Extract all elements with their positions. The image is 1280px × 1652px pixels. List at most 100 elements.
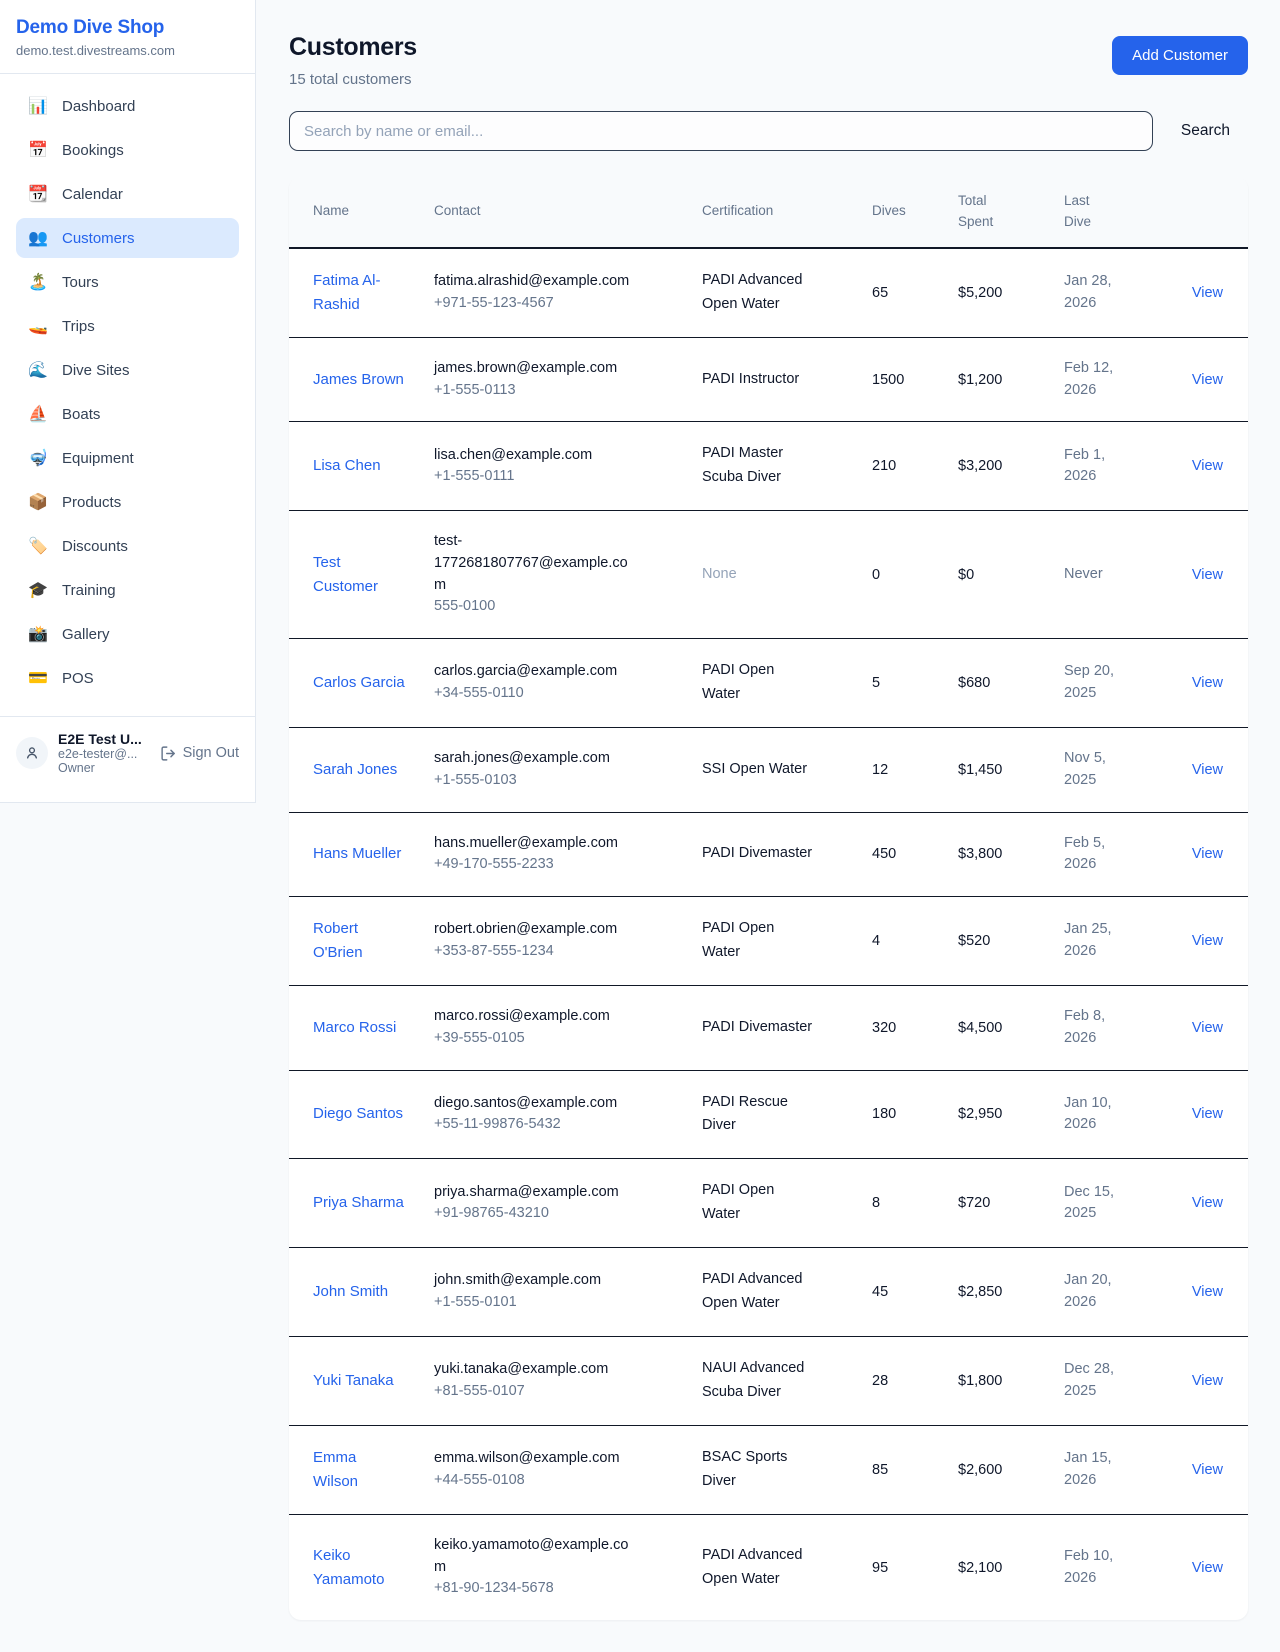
- customer-dives: 65: [872, 285, 888, 301]
- sidebar-item-dashboard[interactable]: 📊 Dashboard: [16, 86, 239, 126]
- customer-phone: +55-11-99876-5432: [434, 1114, 686, 1136]
- customer-certification: PADI Divemaster: [702, 842, 812, 866]
- sidebar-item-calendar[interactable]: 📆 Calendar: [16, 174, 239, 214]
- customer-certification: PADI Advanced Open Water: [702, 269, 816, 317]
- view-customer-link[interactable]: View: [1192, 1373, 1223, 1389]
- products-icon: 📦: [28, 492, 48, 512]
- sidebar-item-gallery[interactable]: 📸 Gallery: [16, 614, 239, 654]
- customer-certification: PADI Open Water: [702, 659, 816, 707]
- view-customer-link[interactable]: View: [1192, 1020, 1223, 1036]
- customer-name-link[interactable]: Carlos Garcia: [313, 671, 405, 695]
- customers-table: NameContactCertificationDivesTotal Spent…: [289, 177, 1248, 1620]
- table-row: Emma Wilson emma.wilson@example.com +44-…: [289, 1425, 1248, 1514]
- customer-last-dive: Feb 12, 2026: [1064, 358, 1128, 402]
- customer-name-link[interactable]: Marco Rossi: [313, 1016, 396, 1040]
- view-customer-link[interactable]: View: [1192, 458, 1223, 474]
- view-customer-link[interactable]: View: [1192, 846, 1223, 862]
- customer-name-link[interactable]: Test Customer: [313, 551, 405, 599]
- pos-icon: 💳: [28, 668, 48, 688]
- shop-title: Demo Dive Shop: [16, 17, 239, 39]
- customer-name-link[interactable]: Robert O'Brien: [313, 917, 405, 965]
- customer-phone: +49-170-555-2233: [434, 854, 686, 876]
- page-title: Customers: [289, 33, 417, 62]
- customer-phone: 555-0100: [434, 596, 686, 618]
- view-customer-link[interactable]: View: [1192, 372, 1223, 388]
- view-customer-link[interactable]: View: [1192, 762, 1223, 778]
- customer-phone: +81-555-0107: [434, 1381, 686, 1403]
- sidebar-item-boats[interactable]: ⛵ Boats: [16, 394, 239, 434]
- table-row: Hans Mueller hans.mueller@example.com +4…: [289, 812, 1248, 897]
- customer-name-link[interactable]: Hans Mueller: [313, 842, 401, 866]
- view-customer-link[interactable]: View: [1192, 675, 1223, 691]
- sidebar-item-trips[interactable]: 🚤 Trips: [16, 306, 239, 346]
- equipment-icon: 🤿: [28, 448, 48, 468]
- view-customer-link[interactable]: View: [1192, 567, 1223, 583]
- view-customer-link[interactable]: View: [1192, 1284, 1223, 1300]
- customer-email: yuki.tanaka@example.com: [434, 1359, 632, 1381]
- customer-email: james.brown@example.com: [434, 358, 632, 380]
- user-icon: [23, 744, 41, 762]
- table-row: John Smith john.smith@example.com +1-555…: [289, 1248, 1248, 1337]
- column-header-total-spent: Total Spent: [958, 177, 1064, 248]
- customer-dives: 45: [872, 1284, 888, 1300]
- customer-certification: PADI Divemaster: [702, 1016, 812, 1040]
- customer-total-spent: $2,950: [958, 1106, 1002, 1122]
- sign-out-button[interactable]: Sign Out: [160, 745, 239, 762]
- customer-name-link[interactable]: Yuki Tanaka: [313, 1369, 394, 1393]
- customer-email: emma.wilson@example.com: [434, 1448, 632, 1470]
- view-customer-link[interactable]: View: [1192, 1462, 1223, 1478]
- table-row: Test Customer test-1772681807767@example…: [289, 511, 1248, 639]
- sidebar-item-discounts[interactable]: 🏷️ Discounts: [16, 526, 239, 566]
- view-customer-link[interactable]: View: [1192, 1106, 1223, 1122]
- customer-last-dive: Jan 28, 2026: [1064, 271, 1128, 315]
- bookings-icon: 📅: [28, 140, 48, 160]
- user-meta: E2E Test U... e2e-tester@... Owner: [58, 731, 150, 775]
- customer-certification: PADI Open Water: [702, 917, 816, 965]
- sign-out-label: Sign Out: [183, 745, 239, 761]
- user-section: E2E Test U... e2e-tester@... Owner Sign …: [0, 716, 255, 789]
- customer-name-link[interactable]: Keiko Yamamoto: [313, 1544, 405, 1592]
- sidebar-item-label: Training: [62, 582, 116, 599]
- customer-name-link[interactable]: Emma Wilson: [313, 1446, 405, 1494]
- sidebar-item-label: POS: [62, 670, 94, 687]
- view-customer-link[interactable]: View: [1192, 285, 1223, 301]
- sidebar-item-pos[interactable]: 💳 POS: [16, 658, 239, 698]
- customer-dives: 450: [872, 846, 896, 862]
- sidebar-item-bookings[interactable]: 📅 Bookings: [16, 130, 239, 170]
- customer-last-dive: Never: [1064, 564, 1103, 586]
- search-button[interactable]: Search: [1153, 122, 1248, 140]
- customer-email: marco.rossi@example.com: [434, 1006, 632, 1028]
- view-customer-link[interactable]: View: [1192, 933, 1223, 949]
- view-customer-link[interactable]: View: [1192, 1195, 1223, 1211]
- customer-name-link[interactable]: Diego Santos: [313, 1102, 403, 1126]
- table-row: Keiko Yamamoto keiko.yamamoto@example.co…: [289, 1514, 1248, 1620]
- column-header-contact: Contact: [434, 177, 702, 248]
- sidebar-item-training[interactable]: 🎓 Training: [16, 570, 239, 610]
- customer-email: diego.santos@example.com: [434, 1093, 632, 1115]
- customer-name-link[interactable]: Sarah Jones: [313, 758, 397, 782]
- customer-dives: 12: [872, 762, 888, 778]
- customer-name-link[interactable]: Priya Sharma: [313, 1191, 404, 1215]
- shop-domain: demo.test.divestreams.com: [16, 43, 239, 58]
- customer-name-link[interactable]: James Brown: [313, 368, 404, 392]
- customer-phone: +34-555-0110: [434, 683, 686, 705]
- add-customer-button[interactable]: Add Customer: [1112, 36, 1248, 75]
- sidebar-item-tours[interactable]: 🏝️ Tours: [16, 262, 239, 302]
- customer-name-link[interactable]: Lisa Chen: [313, 454, 381, 478]
- customer-last-dive: Dec 15, 2025: [1064, 1182, 1128, 1226]
- customer-dives: 210: [872, 458, 896, 474]
- customer-name-link[interactable]: John Smith: [313, 1280, 388, 1304]
- customer-phone: +1-555-0103: [434, 770, 686, 792]
- sidebar-item-products[interactable]: 📦 Products: [16, 482, 239, 522]
- column-header-dives: Dives: [872, 177, 958, 248]
- sidebar-item-equipment[interactable]: 🤿 Equipment: [16, 438, 239, 478]
- customer-dives: 1500: [872, 372, 904, 388]
- table-row: Diego Santos diego.santos@example.com +5…: [289, 1070, 1248, 1159]
- sidebar-item-customers[interactable]: 👥 Customers: [16, 218, 239, 258]
- customer-certification: PADI Advanced Open Water: [702, 1544, 816, 1592]
- customer-name-link[interactable]: Fatima Al-Rashid: [313, 269, 405, 317]
- view-customer-link[interactable]: View: [1192, 1560, 1223, 1576]
- search-input[interactable]: [289, 111, 1153, 151]
- boats-icon: ⛵: [28, 404, 48, 424]
- sidebar-item-dive-sites[interactable]: 🌊 Dive Sites: [16, 350, 239, 390]
